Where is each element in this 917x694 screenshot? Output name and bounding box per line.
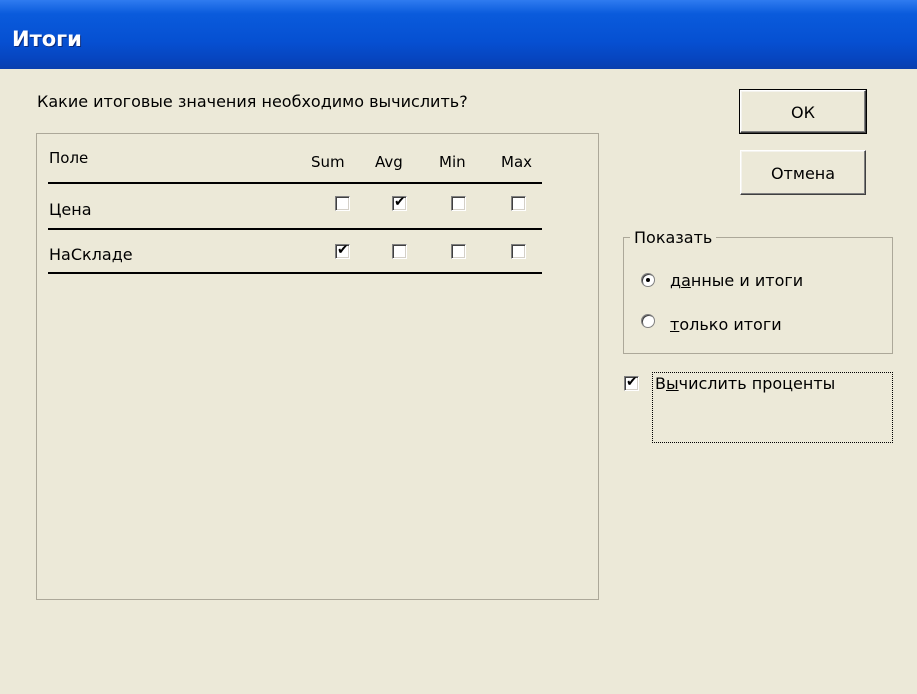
accelerator-key: а bbox=[681, 271, 691, 290]
window-title: Итоги bbox=[12, 27, 82, 51]
checkbox-price-avg[interactable]: ✔ bbox=[392, 194, 407, 211]
checkbox-price-sum[interactable]: ✔ bbox=[335, 196, 350, 211]
label-text: нные и итоги bbox=[690, 271, 804, 290]
title-bar[interactable]: Итоги bbox=[0, 0, 917, 69]
column-header-sum: Sum bbox=[311, 153, 345, 171]
radio-dot-icon bbox=[646, 278, 650, 282]
column-header-max: Max bbox=[501, 153, 533, 171]
row-label-in-stock: НаСкладе bbox=[49, 245, 133, 264]
accelerator-key: т bbox=[670, 315, 680, 334]
row-label-price: Цена bbox=[49, 200, 92, 219]
checkbox-in-stock-avg[interactable]: ✔ bbox=[392, 244, 407, 259]
label-text: олько итоги bbox=[679, 315, 782, 334]
column-header-min: Min bbox=[439, 153, 466, 171]
show-group-legend: Показать bbox=[630, 228, 717, 247]
column-header-avg: Avg bbox=[375, 153, 403, 171]
checkbox-price-max[interactable]: ✔ bbox=[511, 196, 526, 211]
field-column-header: Поле bbox=[49, 149, 89, 167]
ok-button[interactable]: ОК bbox=[739, 89, 867, 134]
label-text: д bbox=[670, 271, 682, 290]
checkbox-price-min[interactable]: ✔ bbox=[451, 196, 466, 211]
accelerator-key: ы bbox=[665, 374, 679, 393]
calculate-percent-checkbox[interactable]: ✔ bbox=[624, 374, 639, 391]
radio-label-data-and-totals[interactable]: данные и итоги bbox=[670, 271, 803, 290]
cancel-button[interactable]: Отмена bbox=[740, 150, 866, 195]
radio-data-and-totals[interactable] bbox=[641, 273, 655, 287]
label-text: В bbox=[655, 374, 666, 393]
checkmark-icon: ✔ bbox=[337, 242, 349, 258]
summary-options-panel: Поле Sum Avg Min Max Цена ✔ ✔ ✔ ✔ НаСкла… bbox=[36, 133, 599, 600]
checkbox-in-stock-min[interactable]: ✔ bbox=[451, 244, 466, 259]
question-label: Какие итоговые значения необходимо вычис… bbox=[37, 92, 468, 111]
row-divider bbox=[48, 272, 542, 274]
calculate-percent-label[interactable]: Вычислить проценты bbox=[655, 374, 835, 393]
checkbox-in-stock-sum[interactable]: ✔ bbox=[335, 242, 350, 259]
checkmark-icon: ✔ bbox=[394, 194, 406, 210]
show-group: Показать данные и итоги только итоги bbox=[623, 228, 893, 354]
radio-label-totals-only[interactable]: только итоги bbox=[670, 315, 782, 334]
label-text: числить проценты bbox=[678, 374, 836, 393]
radio-totals-only[interactable] bbox=[641, 314, 655, 328]
header-divider bbox=[48, 182, 542, 184]
checkbox-in-stock-max[interactable]: ✔ bbox=[511, 244, 526, 259]
row-divider bbox=[48, 228, 542, 230]
checkmark-icon: ✔ bbox=[626, 374, 638, 390]
